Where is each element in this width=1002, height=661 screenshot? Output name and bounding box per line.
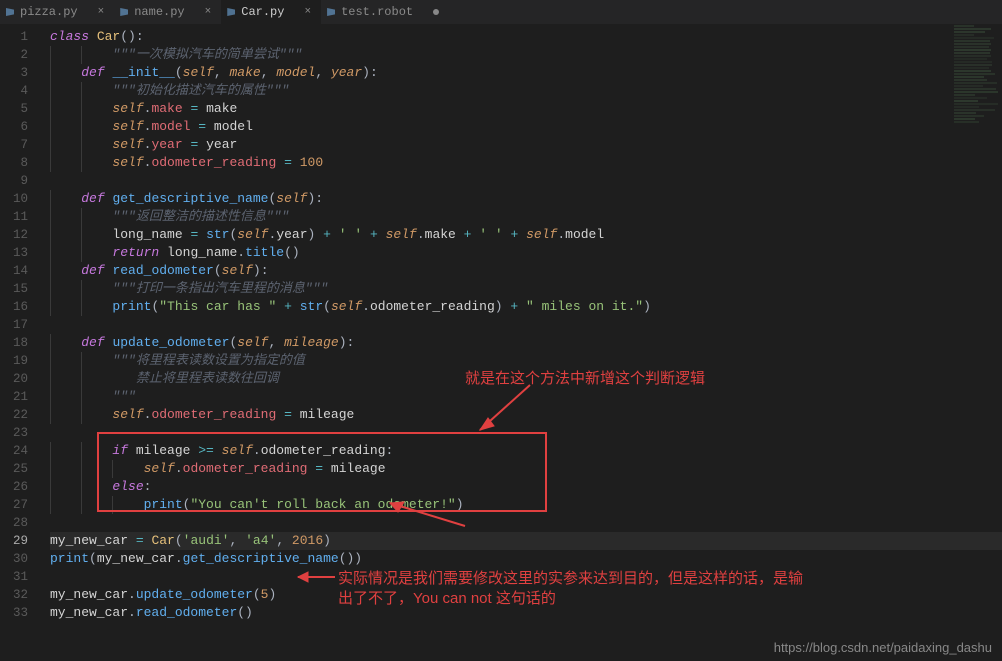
line-number: 12 — [0, 226, 28, 244]
line-number: 6 — [0, 118, 28, 136]
line-number: 22 — [0, 406, 28, 424]
tab-name-py[interactable]: name.py × — [114, 0, 221, 24]
code-line[interactable] — [50, 316, 1002, 334]
line-number: 9 — [0, 172, 28, 190]
code-line[interactable]: """一次模拟汽车的简单尝试""" — [50, 46, 1002, 64]
line-number: 1 — [0, 28, 28, 46]
line-number: 5 — [0, 100, 28, 118]
code-line[interactable]: def read_odometer(self): — [50, 262, 1002, 280]
code-line[interactable]: """初始化描述汽车的属性""" — [50, 82, 1002, 100]
line-number: 14 — [0, 262, 28, 280]
code-line[interactable]: print("This car has " + str(self.odomete… — [50, 298, 1002, 316]
code-line[interactable] — [50, 172, 1002, 190]
code-line[interactable] — [50, 424, 1002, 442]
line-number: 10 — [0, 190, 28, 208]
line-number: 26 — [0, 478, 28, 496]
line-number: 30 — [0, 550, 28, 568]
line-number: 8 — [0, 154, 28, 172]
close-icon[interactable]: × — [304, 6, 311, 18]
line-number: 7 — [0, 136, 28, 154]
code-line[interactable]: self.make = make — [50, 100, 1002, 118]
tab-label: name.py — [134, 5, 184, 19]
line-number: 3 — [0, 64, 28, 82]
line-number: 17 — [0, 316, 28, 334]
tab-test-robot[interactable]: test.robot — [321, 0, 449, 24]
editor-area: 1234567891011121314151617181920212223242… — [0, 24, 1002, 661]
code-line[interactable]: if mileage >= self.odometer_reading: — [50, 442, 1002, 460]
line-number: 27 — [0, 496, 28, 514]
code-line[interactable]: self.odometer_reading = mileage — [50, 460, 1002, 478]
tab-label: pizza.py — [20, 5, 78, 19]
code-line[interactable]: self.model = model — [50, 118, 1002, 136]
line-gutter: 1234567891011121314151617181920212223242… — [0, 24, 40, 661]
annotation-line: 实际情况是我们需要修改这里的实参来达到目的，但是这样的话，是输 — [338, 570, 803, 587]
tab-label: test.robot — [341, 5, 413, 19]
code-line[interactable]: print(my_new_car.get_descriptive_name()) — [50, 550, 1002, 568]
code-line[interactable]: print("You can't roll back an odometer!"… — [50, 496, 1002, 514]
line-number: 11 — [0, 208, 28, 226]
close-icon[interactable]: × — [98, 6, 105, 18]
tab-pizza-py[interactable]: pizza.py × — [0, 0, 114, 24]
line-number: 29 — [0, 532, 28, 550]
code-line[interactable]: """返回整洁的描述性信息""" — [50, 208, 1002, 226]
code-line[interactable]: self.year = year — [50, 136, 1002, 154]
line-number: 18 — [0, 334, 28, 352]
line-number: 20 — [0, 370, 28, 388]
code-line[interactable]: self.odometer_reading = mileage — [50, 406, 1002, 424]
editor-tabs: pizza.py × name.py × Car.py × test.robot — [0, 0, 1002, 24]
line-number: 32 — [0, 586, 28, 604]
line-number: 24 — [0, 442, 28, 460]
code-line[interactable]: class Car(): — [50, 28, 1002, 46]
tab-label: Car.py — [241, 5, 284, 19]
minimap[interactable] — [952, 24, 1002, 144]
code-line[interactable]: """打印一条指出汽车里程的消息""" — [50, 280, 1002, 298]
line-number: 13 — [0, 244, 28, 262]
code-line[interactable]: else: — [50, 478, 1002, 496]
watermark: https://blog.csdn.net/paidaxing_dashu — [774, 640, 992, 655]
code-line[interactable]: """ — [50, 388, 1002, 406]
code-line[interactable]: return long_name.title() — [50, 244, 1002, 262]
line-number: 31 — [0, 568, 28, 586]
line-number: 33 — [0, 604, 28, 622]
close-icon[interactable]: × — [205, 6, 212, 18]
code-line[interactable]: my_new_car = Car('audi', 'a4', 2016) — [50, 532, 1002, 550]
tab-Car-py[interactable]: Car.py × — [221, 0, 321, 24]
modified-dot-icon — [433, 9, 439, 15]
code-line[interactable]: def __init__(self, make, model, year): — [50, 64, 1002, 82]
line-number: 19 — [0, 352, 28, 370]
code-line[interactable]: long_name = str(self.year) + ' ' + self.… — [50, 226, 1002, 244]
line-number: 16 — [0, 298, 28, 316]
line-number: 2 — [0, 46, 28, 64]
code-area[interactable]: class Car(): """一次模拟汽车的简单尝试""" def __ini… — [40, 24, 1002, 661]
code-line[interactable]: self.odometer_reading = 100 — [50, 154, 1002, 172]
line-number: 25 — [0, 460, 28, 478]
annotation-line: 出了不了，You can not 这句话的 — [338, 590, 556, 607]
code-line[interactable]: def update_odometer(self, mileage): — [50, 334, 1002, 352]
annotation-text-2: 实际情况是我们需要修改这里的实参来达到目的，但是这样的话，是输 出了不了，You… — [338, 569, 803, 609]
line-number: 4 — [0, 82, 28, 100]
line-number: 23 — [0, 424, 28, 442]
line-number: 28 — [0, 514, 28, 532]
code-line[interactable] — [50, 514, 1002, 532]
line-number: 21 — [0, 388, 28, 406]
line-number: 15 — [0, 280, 28, 298]
code-line[interactable]: def get_descriptive_name(self): — [50, 190, 1002, 208]
annotation-text-1: 就是在这个方法中新增这个判断逻辑 — [465, 367, 705, 388]
